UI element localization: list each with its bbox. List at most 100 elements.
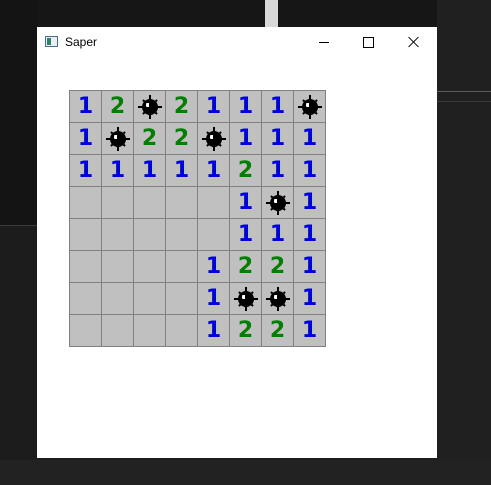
cell-number: 1	[301, 253, 318, 279]
covered-cell[interactable]	[166, 251, 197, 282]
number-cell[interactable]: 1	[230, 123, 261, 154]
number-cell[interactable]: 1	[262, 91, 293, 122]
mine-cell[interactable]	[134, 91, 165, 122]
mine-icon	[265, 190, 290, 215]
number-cell[interactable]: 1	[294, 251, 325, 282]
covered-cell[interactable]	[134, 283, 165, 314]
number-cell[interactable]: 2	[166, 123, 197, 154]
covered-cell[interactable]	[102, 315, 133, 346]
close-button[interactable]	[391, 27, 437, 57]
cell-number: 2	[173, 125, 190, 151]
number-cell[interactable]: 1	[294, 123, 325, 154]
cell-number: 1	[237, 125, 254, 151]
number-cell[interactable]: 1	[166, 155, 197, 186]
number-cell[interactable]: 2	[230, 155, 261, 186]
number-cell[interactable]: 1	[198, 91, 229, 122]
cell-number: 1	[301, 317, 318, 343]
minimize-button[interactable]	[301, 27, 347, 57]
covered-cell[interactable]	[134, 219, 165, 250]
desktop-background-bottom	[0, 460, 491, 485]
covered-cell[interactable]	[134, 315, 165, 346]
number-cell[interactable]: 2	[230, 251, 261, 282]
minefield-board: 12211112211111111211111111221111221	[69, 90, 326, 347]
number-cell[interactable]: 2	[102, 91, 133, 122]
cell-number: 1	[205, 93, 222, 119]
cell-number: 2	[141, 125, 158, 151]
app-window-icon[interactable]	[45, 36, 58, 47]
mine-icon	[105, 126, 130, 151]
covered-cell[interactable]	[102, 187, 133, 218]
number-cell[interactable]: 1	[262, 123, 293, 154]
number-cell[interactable]: 1	[134, 155, 165, 186]
mine-cell[interactable]	[230, 283, 261, 314]
mine-cell[interactable]	[102, 123, 133, 154]
cell-number: 1	[269, 157, 286, 183]
number-cell[interactable]: 1	[70, 155, 101, 186]
background-scrollbar-thumb	[265, 0, 278, 27]
mine-cell[interactable]	[198, 123, 229, 154]
number-cell[interactable]: 2	[262, 315, 293, 346]
cell-number: 1	[301, 125, 318, 151]
number-cell[interactable]: 2	[230, 315, 261, 346]
covered-cell[interactable]	[70, 315, 101, 346]
cell-number: 1	[205, 253, 222, 279]
number-cell[interactable]: 1	[294, 219, 325, 250]
number-cell[interactable]: 1	[262, 155, 293, 186]
number-cell[interactable]: 1	[230, 91, 261, 122]
cell-number: 1	[237, 221, 254, 247]
cell-number: 1	[77, 125, 94, 151]
covered-cell[interactable]	[70, 251, 101, 282]
background-divider	[437, 91, 491, 92]
covered-cell[interactable]	[102, 219, 133, 250]
number-cell[interactable]: 1	[198, 155, 229, 186]
covered-cell[interactable]	[166, 187, 197, 218]
covered-cell[interactable]	[70, 283, 101, 314]
minimize-icon	[319, 41, 329, 43]
number-cell[interactable]: 1	[198, 315, 229, 346]
number-cell[interactable]: 1	[70, 123, 101, 154]
number-cell[interactable]: 2	[134, 123, 165, 154]
mine-icon	[137, 94, 162, 119]
maximize-button[interactable]	[345, 27, 391, 57]
number-cell[interactable]: 1	[198, 283, 229, 314]
saper-window: Saper 1221111221111111121111111122111122…	[37, 27, 437, 458]
number-cell[interactable]: 1	[294, 315, 325, 346]
covered-cell[interactable]	[198, 219, 229, 250]
covered-cell[interactable]	[134, 251, 165, 282]
window-title: Saper	[65, 35, 98, 49]
background-window-left	[0, 0, 37, 225]
title-bar[interactable]: Saper	[37, 27, 437, 57]
covered-cell[interactable]	[70, 187, 101, 218]
number-cell[interactable]: 1	[294, 283, 325, 314]
number-cell[interactable]: 1	[294, 187, 325, 218]
cell-number: 1	[141, 157, 158, 183]
cell-number: 2	[269, 317, 286, 343]
cell-number: 2	[237, 253, 254, 279]
mine-cell[interactable]	[294, 91, 325, 122]
covered-cell[interactable]	[166, 283, 197, 314]
number-cell[interactable]: 1	[262, 219, 293, 250]
number-cell[interactable]: 1	[102, 155, 133, 186]
covered-cell[interactable]	[70, 219, 101, 250]
covered-cell[interactable]	[134, 187, 165, 218]
covered-cell[interactable]	[166, 219, 197, 250]
number-cell[interactable]: 2	[166, 91, 197, 122]
mine-icon	[233, 286, 258, 311]
number-cell[interactable]: 2	[262, 251, 293, 282]
cell-number: 1	[269, 125, 286, 151]
cell-number: 1	[205, 157, 222, 183]
cell-number: 1	[301, 189, 318, 215]
mine-cell[interactable]	[262, 187, 293, 218]
number-cell[interactable]: 1	[230, 187, 261, 218]
covered-cell[interactable]	[102, 283, 133, 314]
covered-cell[interactable]	[198, 187, 229, 218]
mine-cell[interactable]	[262, 283, 293, 314]
mine-icon	[201, 126, 226, 151]
number-cell[interactable]: 1	[230, 219, 261, 250]
covered-cell[interactable]	[102, 251, 133, 282]
covered-cell[interactable]	[166, 315, 197, 346]
mine-icon	[297, 94, 322, 119]
number-cell[interactable]: 1	[294, 155, 325, 186]
number-cell[interactable]: 1	[70, 91, 101, 122]
number-cell[interactable]: 1	[198, 251, 229, 282]
